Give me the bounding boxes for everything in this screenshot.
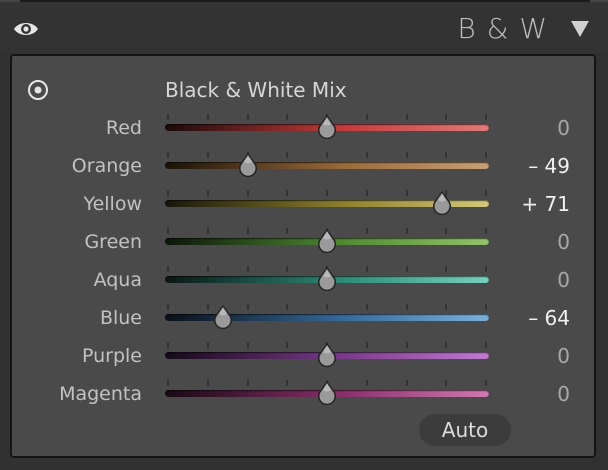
slider-label: Orange (71, 155, 142, 177)
slider-label: Blue (99, 307, 142, 329)
slider-label: Purple (81, 345, 142, 367)
slider-row-red: Red 0 (12, 114, 594, 146)
slider-green[interactable] (165, 228, 489, 258)
slider-row-aqua: Aqua 0 (12, 266, 594, 298)
slider-row-yellow: Yellow + 71 (12, 190, 594, 222)
slider-row-magenta: Magenta 0 (12, 380, 594, 412)
slider-orange[interactable] (165, 152, 489, 182)
slider-label: Aqua (93, 269, 142, 291)
slider-thumb[interactable] (316, 266, 338, 292)
slider-thumb[interactable] (316, 228, 338, 254)
slider-label: Red (105, 117, 142, 139)
slider-thumb[interactable] (316, 114, 338, 140)
slider-value[interactable]: – 49 (528, 152, 570, 180)
slider-thumb[interactable] (237, 152, 259, 178)
eye-icon[interactable] (12, 19, 40, 39)
slider-ticks (165, 152, 489, 160)
slider-value[interactable]: 0 (557, 380, 570, 408)
slider-thumb[interactable] (316, 380, 338, 406)
panel-header[interactable]: B & W (0, 2, 608, 52)
slider-aqua[interactable] (165, 266, 489, 296)
bw-panel: B & W Black & White Mix Red 0 Orange – 49 Ye… (0, 0, 608, 470)
slider-value[interactable]: 0 (557, 266, 570, 294)
slider-blue[interactable] (165, 304, 489, 334)
slider-value[interactable]: – 64 (528, 304, 570, 332)
slider-label: Magenta (59, 383, 142, 405)
slider-purple[interactable] (165, 342, 489, 372)
slider-red[interactable] (165, 114, 489, 144)
slider-value[interactable]: + 71 (521, 190, 570, 218)
panel-title[interactable]: B & W (457, 12, 548, 45)
slider-value[interactable]: 0 (557, 342, 570, 370)
slider-row-purple: Purple 0 (12, 342, 594, 374)
slider-row-orange: Orange – 49 (12, 152, 594, 184)
slider-value[interactable]: 0 (557, 114, 570, 142)
slider-magenta[interactable] (165, 380, 489, 410)
slider-value[interactable]: 0 (557, 228, 570, 256)
auto-button[interactable]: Auto (419, 414, 511, 446)
slider-label: Yellow (83, 193, 143, 215)
slider-thumb[interactable] (212, 304, 234, 330)
slider-thumb[interactable] (431, 190, 453, 216)
triangle-down-icon[interactable] (570, 20, 590, 38)
slider-row-green: Green 0 (12, 228, 594, 260)
mix-title: Black & White Mix (165, 78, 347, 102)
slider-thumb[interactable] (316, 342, 338, 368)
target-adjust-icon[interactable] (27, 79, 49, 101)
bw-mix-section: Black & White Mix Red 0 Orange – 49 Yellow + … (10, 54, 596, 458)
slider-yellow[interactable] (165, 190, 489, 220)
slider-track[interactable] (165, 162, 489, 169)
slider-label: Green (84, 231, 142, 253)
slider-row-blue: Blue – 64 (12, 304, 594, 336)
